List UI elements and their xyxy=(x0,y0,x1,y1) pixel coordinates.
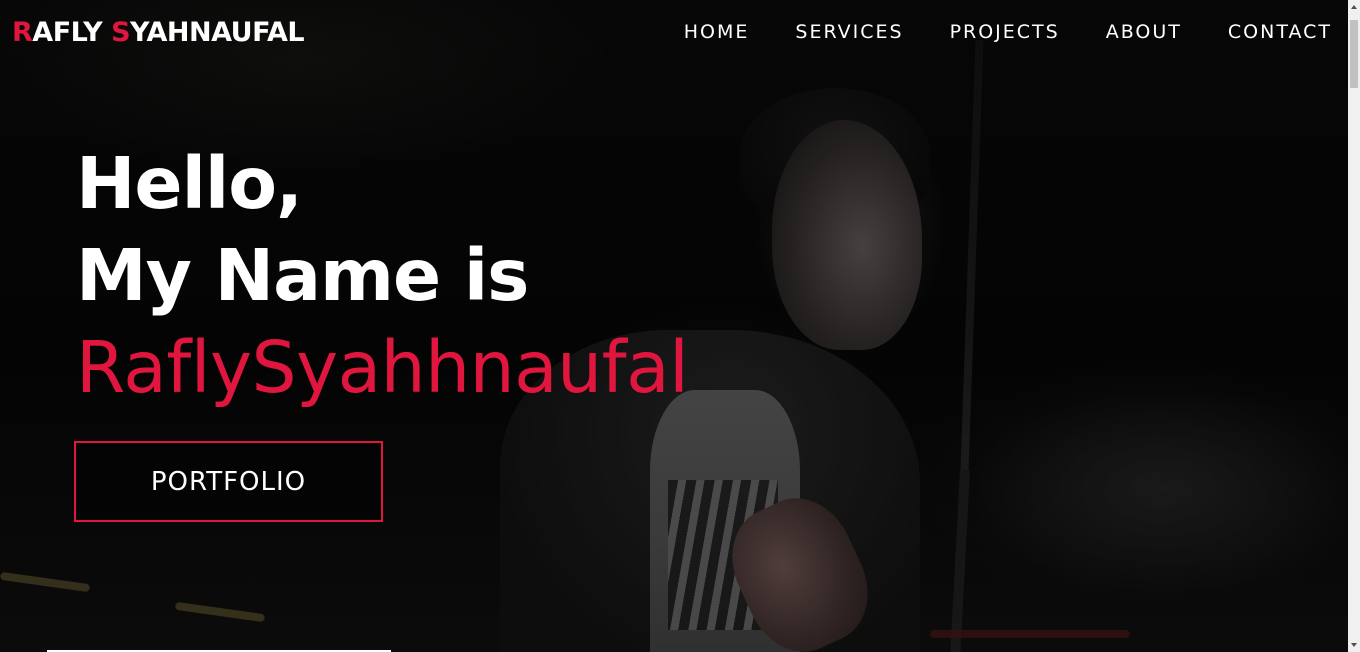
hero-greeting: Hello, xyxy=(76,142,303,225)
nav-projects[interactable]: PROJECTS xyxy=(950,21,1060,43)
nav-home[interactable]: HOME xyxy=(684,21,750,43)
nav-about[interactable]: ABOUT xyxy=(1106,21,1182,43)
nav-contact[interactable]: CONTACT xyxy=(1228,21,1332,43)
hero-section: RAFLY SYAHNAUFAL HOME SERVICES PROJECTS … xyxy=(0,0,1348,652)
hero-intro: My Name is xyxy=(76,234,529,317)
main-nav: HOME SERVICES PROJECTS ABOUT CONTACT xyxy=(638,21,1332,43)
brand-first-rest: AFLY xyxy=(32,17,112,48)
hero-heading: Hello, My Name is RaflySyahhnaufal xyxy=(76,138,689,414)
brand-first-initial: R xyxy=(12,17,33,48)
portfolio-button[interactable]: PORTFOLIO xyxy=(74,441,383,522)
chevron-down-icon[interactable] xyxy=(1348,638,1360,652)
brand-last-initial: S xyxy=(111,17,131,48)
nav-services[interactable]: SERVICES xyxy=(795,21,903,43)
chevron-up-icon[interactable] xyxy=(1348,0,1360,14)
page-scrollbar[interactable] xyxy=(1348,0,1360,652)
hero-name: RaflySyahhnaufal xyxy=(76,326,689,409)
brand-logo[interactable]: RAFLY SYAHNAUFAL xyxy=(12,17,305,48)
scrollbar-thumb[interactable] xyxy=(1350,20,1358,88)
brand-last-rest: YAHNAUFAL xyxy=(130,17,305,48)
